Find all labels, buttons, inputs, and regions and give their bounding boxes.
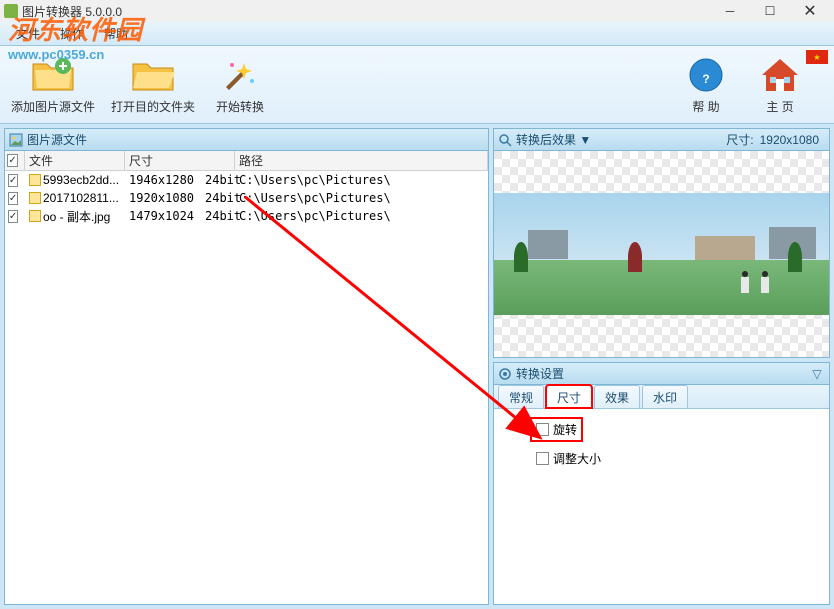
header-check[interactable] — [5, 151, 25, 170]
file-icon — [29, 192, 41, 204]
file-icon — [29, 174, 41, 186]
table-header: 文件 尺寸 路径 — [5, 151, 488, 171]
source-files-panel: 图片源文件 文件 尺寸 路径 5993ecb2dd... 1946x1280 2… — [4, 128, 489, 605]
header-file[interactable]: 文件 — [25, 151, 125, 170]
magic-wand-icon — [217, 54, 263, 96]
preview-size-label: 尺寸: — [726, 131, 753, 148]
preview-image — [494, 193, 829, 315]
tab-effect[interactable]: 效果 — [594, 385, 640, 408]
menubar: 文件 操作 帮助 — [0, 22, 834, 46]
table-row[interactable]: oo - 副本.jpg 1479x1024 24bit C:\Users\pc\… — [5, 207, 488, 225]
header-size[interactable]: 尺寸 — [125, 151, 235, 170]
flag-icon[interactable]: ★ — [806, 50, 828, 64]
header-path[interactable]: 路径 — [235, 151, 488, 170]
row-checkbox[interactable] — [8, 174, 18, 187]
gear-icon — [498, 367, 512, 381]
maximize-button[interactable]: ☐ — [750, 0, 790, 22]
settings-header: 转换设置 ▽ — [494, 363, 829, 385]
open-dest-label: 打开目的文件夹 — [111, 98, 195, 115]
minimize-button[interactable]: ─ — [710, 0, 750, 22]
main-area: 图片源文件 文件 尺寸 路径 5993ecb2dd... 1946x1280 2… — [0, 124, 834, 609]
menu-help[interactable]: 帮助 — [94, 23, 138, 44]
resize-checkbox[interactable] — [536, 452, 549, 465]
folder-open-icon — [130, 54, 176, 96]
rotate-option[interactable]: 旋转 — [532, 419, 581, 440]
source-files-header: 图片源文件 — [5, 129, 488, 151]
file-icon — [29, 210, 41, 222]
titlebar: 图片转换器 5.0.0.0 ─ ☐ ✕ — [0, 0, 834, 22]
rotate-label: 旋转 — [553, 421, 577, 438]
table-row[interactable]: 2017102811... 1920x1080 24bit C:\Users\p… — [5, 189, 488, 207]
tab-size[interactable]: 尺寸 — [546, 385, 592, 408]
convert-button[interactable]: 开始转换 — [210, 54, 270, 115]
select-all-checkbox[interactable] — [7, 154, 17, 167]
folder-plus-icon — [30, 54, 76, 96]
help-label: 帮 助 — [692, 98, 719, 115]
app-icon — [4, 4, 18, 18]
preview-title: 转换后效果 ▼ — [516, 131, 726, 148]
settings-body: 旋转 调整大小 — [494, 409, 829, 604]
home-button[interactable]: 主 页 — [750, 54, 810, 115]
table-body: 5993ecb2dd... 1946x1280 24bit C:\Users\p… — [5, 171, 488, 225]
settings-title: 转换设置 — [516, 365, 809, 382]
row-checkbox[interactable] — [8, 192, 18, 205]
settings-panel: 转换设置 ▽ 常规 尺寸 效果 水印 旋转 调整大小 — [493, 362, 830, 605]
right-panel: 转换后效果 ▼ 尺寸: 1920x1080 — [493, 128, 830, 605]
table-row[interactable]: 5993ecb2dd... 1946x1280 24bit C:\Users\p… — [5, 171, 488, 189]
rotate-checkbox[interactable] — [536, 423, 549, 436]
tab-general[interactable]: 常规 — [498, 385, 544, 408]
resize-label: 调整大小 — [553, 450, 601, 467]
svg-text:?: ? — [702, 72, 709, 86]
menu-file[interactable]: 文件 — [6, 23, 50, 44]
preview-canvas — [494, 151, 829, 357]
window-title: 图片转换器 5.0.0.0 — [22, 3, 710, 20]
settings-tabs: 常规 尺寸 效果 水印 — [494, 385, 829, 409]
home-icon — [757, 54, 803, 96]
resize-option[interactable]: 调整大小 — [532, 448, 815, 469]
magnifier-icon — [498, 133, 512, 147]
preview-dropdown[interactable]: ▼ — [579, 133, 591, 147]
source-files-title: 图片源文件 — [27, 131, 484, 148]
help-button[interactable]: ? 帮 助 — [676, 54, 736, 115]
close-button[interactable]: ✕ — [790, 0, 830, 22]
preview-panel: 转换后效果 ▼ 尺寸: 1920x1080 — [493, 128, 830, 358]
preview-size-value: 1920x1080 — [760, 133, 819, 147]
home-label: 主 页 — [766, 98, 793, 115]
add-source-button[interactable]: 添加图片源文件 — [10, 54, 96, 115]
file-table: 文件 尺寸 路径 5993ecb2dd... 1946x1280 24bit C… — [5, 151, 488, 604]
preview-header: 转换后效果 ▼ 尺寸: 1920x1080 — [494, 129, 829, 151]
tab-watermark[interactable]: 水印 — [642, 385, 688, 408]
row-checkbox[interactable] — [8, 210, 18, 223]
help-icon: ? — [683, 54, 729, 96]
image-icon — [9, 133, 23, 147]
add-source-label: 添加图片源文件 — [11, 98, 95, 115]
collapse-icon[interactable]: ▽ — [809, 367, 825, 381]
convert-label: 开始转换 — [216, 98, 264, 115]
open-dest-button[interactable]: 打开目的文件夹 — [110, 54, 196, 115]
menu-operation[interactable]: 操作 — [50, 23, 94, 44]
toolbar: 添加图片源文件 打开目的文件夹 开始转换 ? 帮 助 主 页 ★ — [0, 46, 834, 124]
